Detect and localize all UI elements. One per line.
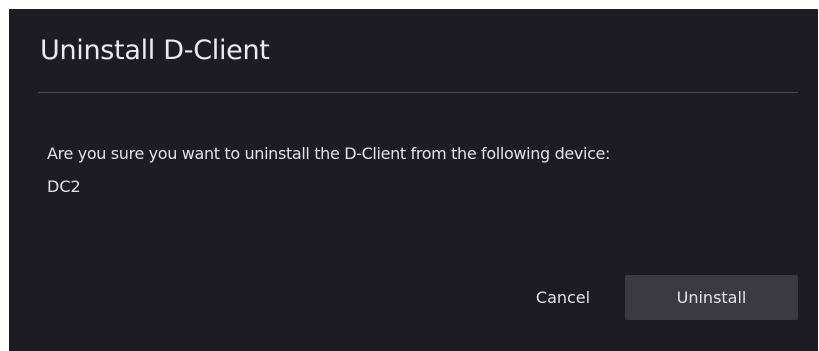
uninstall-button[interactable]: Uninstall: [625, 275, 798, 320]
cancel-button[interactable]: Cancel: [520, 275, 606, 320]
uninstall-dialog: Uninstall D-Client Are you sure you want…: [9, 9, 818, 351]
device-name: DC2: [47, 177, 81, 196]
confirmation-message: Are you sure you want to uninstall the D…: [47, 144, 611, 163]
dialog-title: Uninstall D-Client: [40, 35, 270, 66]
title-divider: [38, 92, 798, 93]
